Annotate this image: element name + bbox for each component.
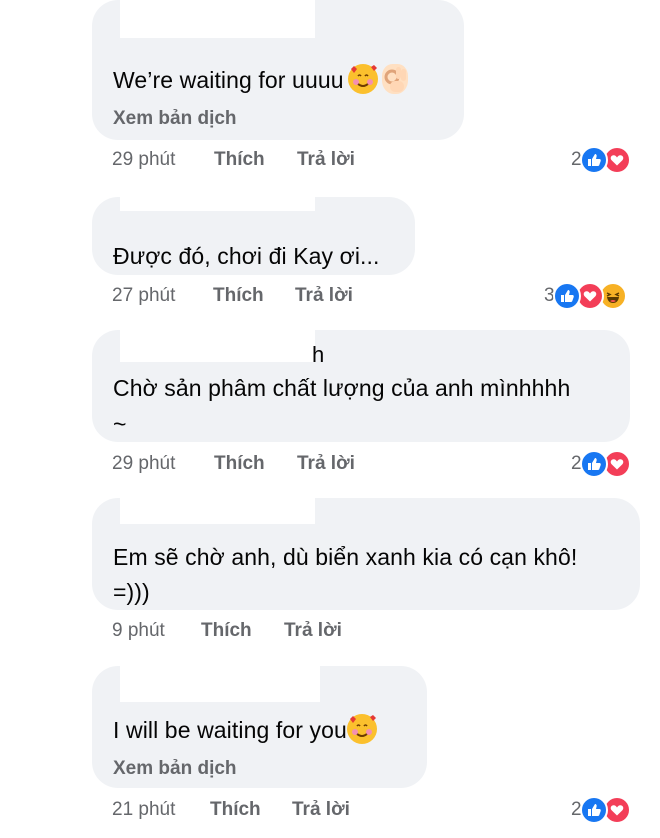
smiling-face-with-hearts-icon (346, 714, 377, 744)
like-icon (579, 796, 608, 824)
like-button[interactable]: Thích (214, 149, 265, 171)
redacted-name (120, 197, 315, 211)
see-translation-link[interactable]: Xem bản dịch (113, 108, 237, 130)
comment-text: We’re waiting for uuuu (113, 62, 408, 98)
like-button[interactable]: Thích (214, 453, 265, 475)
reactions-summary[interactable]: 3 (544, 281, 627, 311)
author-name[interactable]: h (312, 342, 324, 368)
comment-time[interactable]: 29 phút (112, 149, 175, 171)
comment-meta: 21 phút Thích Trả lời (0, 799, 660, 829)
reactions-summary[interactable]: 2 (571, 449, 631, 479)
redacted-name (120, 0, 315, 38)
comment-meta: 9 phút Thích Trả lời (0, 620, 660, 650)
see-translation-link[interactable]: Xem bản dịch (113, 758, 237, 780)
like-icon (552, 282, 581, 310)
comment-time[interactable]: 27 phút (112, 285, 175, 307)
reply-button[interactable]: Trả lời (295, 285, 353, 307)
smiling-face-with-hearts-icon (347, 64, 378, 94)
like-icon (579, 450, 608, 478)
comment-meta: 29 phút Thích Trả lời (0, 149, 660, 179)
comment-text: Em sẽ chờ anh, dù biển xanh kia có cạn k… (113, 544, 578, 570)
reply-button[interactable]: Trả lời (292, 799, 350, 821)
ok-hand-icon (381, 64, 408, 94)
like-button[interactable]: Thích (201, 620, 252, 642)
redacted-name (120, 330, 315, 362)
comment-text: Chờ sản phâm chất lượng của anh mìnhhhh (113, 375, 571, 401)
reply-button[interactable]: Trả lời (297, 453, 355, 475)
comment-text-continued: =))) (113, 579, 150, 605)
reply-button[interactable]: Trả lời (297, 149, 355, 171)
comment-text: I will be waiting for you (113, 712, 377, 748)
reactions-summary[interactable]: 2 (571, 145, 631, 175)
like-button[interactable]: Thích (210, 799, 261, 821)
redacted-name (120, 498, 315, 524)
reactions-summary[interactable]: 2 (571, 795, 631, 825)
comment-time[interactable]: 29 phút (112, 453, 175, 475)
comment-time[interactable]: 9 phút (112, 620, 165, 642)
redacted-name (120, 666, 320, 702)
reply-button[interactable]: Trả lời (284, 620, 342, 642)
comment-time[interactable]: 21 phút (112, 799, 175, 821)
like-icon (579, 146, 608, 174)
comment-text-continued: ~ (113, 411, 127, 437)
comment-meta: 29 phút Thích Trả lời (0, 453, 660, 483)
comment-text: Được đó, chơi đi Kay ơi... (113, 243, 380, 269)
like-button[interactable]: Thích (213, 285, 264, 307)
